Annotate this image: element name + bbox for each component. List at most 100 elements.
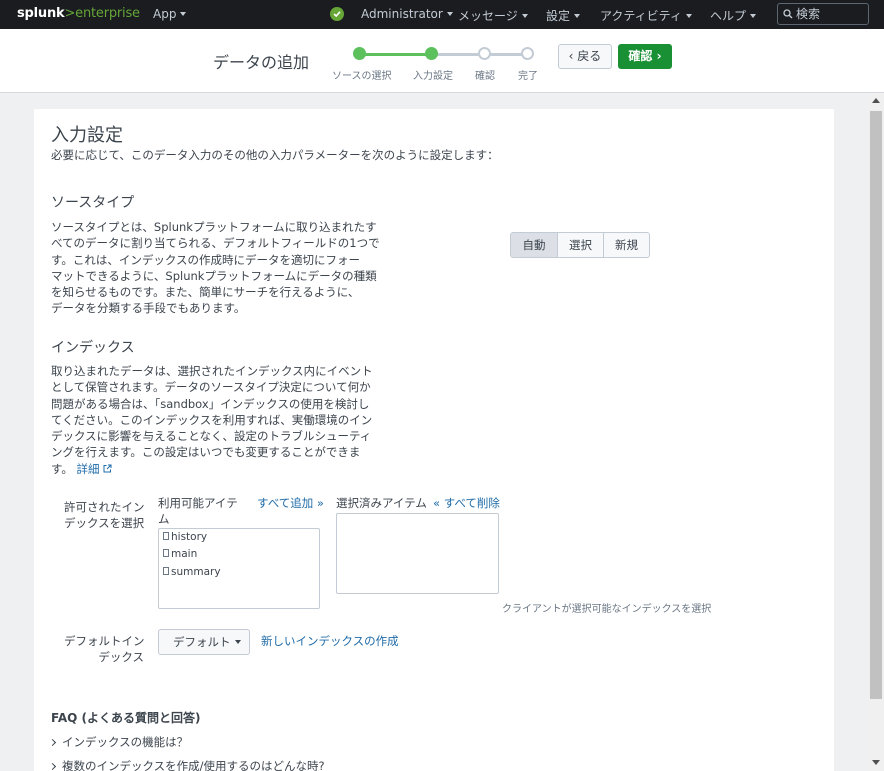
learn-more-label: 詳細 bbox=[76, 461, 100, 476]
default-index-value: デフォルト bbox=[173, 635, 231, 649]
chevron-left-icon: ‹ bbox=[568, 49, 578, 63]
back-button-label: 戻る bbox=[577, 49, 602, 63]
sourcetype-auto-button[interactable]: 自動 bbox=[511, 233, 557, 257]
sourcetype-new-button[interactable]: 新規 bbox=[603, 233, 649, 257]
settings-menu-label: 設定 bbox=[546, 9, 571, 23]
activity-menu-label: アクティビティ bbox=[600, 9, 682, 23]
scroll-down-arrow-icon[interactable] bbox=[872, 760, 880, 765]
text-line: す。これは、インデックスの作成時にデータを適切にフォー bbox=[51, 252, 361, 267]
selected-items-list[interactable] bbox=[336, 513, 499, 594]
list-item[interactable]: summary bbox=[163, 566, 221, 578]
search-placeholder: 検索 bbox=[796, 7, 821, 21]
label-line: デフォルトイン bbox=[64, 634, 145, 648]
progress-line-done bbox=[360, 53, 432, 56]
section-description: 必要に応じて、このデータ入力のその他の入力パラメーターを次のように設定します： bbox=[51, 148, 499, 162]
database-icon bbox=[163, 532, 169, 540]
chevron-down-icon bbox=[446, 11, 453, 16]
text-line: デックスに影響を与えることなく、設定のトラブルシューティ bbox=[51, 429, 372, 444]
text-line: を知らせるものです。また、簡単にサーチを行えるように、 bbox=[51, 285, 360, 300]
review-button-label: 確認 bbox=[628, 49, 653, 63]
label-line: 利用可能アイテ bbox=[158, 496, 238, 510]
step-dot-done bbox=[521, 47, 534, 60]
scroll-up-arrow-icon[interactable] bbox=[872, 98, 880, 103]
logo-product: enterprise bbox=[75, 6, 140, 21]
page-scrollbar[interactable] bbox=[868, 93, 884, 771]
text-line: す。 bbox=[51, 461, 73, 476]
input-settings-panel: 入力設定 必要に応じて、このデータ入力のその他の入力パラメーターを次のように設定… bbox=[34, 109, 834, 771]
index-heading: インデックス bbox=[51, 340, 135, 356]
list-item-label: history bbox=[171, 531, 208, 543]
messages-menu-label: メッセージ bbox=[458, 9, 518, 23]
chevron-down-icon bbox=[574, 13, 581, 18]
health-status-icon[interactable] bbox=[330, 7, 344, 21]
list-item-label: main bbox=[171, 548, 198, 560]
step-dot-source bbox=[353, 47, 366, 60]
section-title: 入力設定 bbox=[51, 125, 123, 146]
label-line: デックス bbox=[98, 650, 144, 665]
step-label-source: ソースの選択 bbox=[332, 71, 392, 82]
help-menu-label: ヘルプ bbox=[710, 9, 747, 23]
sourcetype-select-button[interactable]: 選択 bbox=[557, 233, 603, 257]
faq-item-label: 複数のインデックスを作成/使用するのはどんな時? bbox=[62, 759, 325, 771]
user-menu-label: Administrator bbox=[361, 7, 443, 21]
chevron-right-icon: › bbox=[652, 49, 662, 63]
splunk-logo[interactable]: splunk>enterprise bbox=[17, 6, 140, 21]
page-title: データの追加 bbox=[213, 53, 310, 72]
text-line: 問題がある場合は、「sandbox」インデックスの使用を検討し bbox=[51, 396, 370, 411]
scrollbar-thumb[interactable] bbox=[870, 111, 882, 699]
sourcetype-heading: ソースタイプ bbox=[51, 195, 135, 211]
help-menu[interactable]: ヘルプ bbox=[710, 7, 757, 24]
step-label-review: 確認 bbox=[475, 71, 495, 82]
text-line: データを分類する手段でもあります。 bbox=[51, 301, 246, 316]
messages-menu[interactable]: メッセージ bbox=[458, 7, 528, 24]
faq-heading: FAQ (よくある質問と回答) bbox=[51, 711, 201, 725]
top-nav-bar: splunk>enterprise App Administrator メッセー… bbox=[0, 0, 884, 29]
create-index-link[interactable]: 新しいインデックスの作成 bbox=[261, 633, 399, 649]
database-icon bbox=[163, 567, 169, 575]
logo-brand: splunk bbox=[17, 6, 65, 21]
logo-separator: > bbox=[64, 6, 76, 21]
search-icon bbox=[783, 9, 793, 19]
available-items-list[interactable]: history main summary bbox=[158, 528, 320, 609]
text-line: 取り込まれたデータは、選択されたインデックス内にイベント bbox=[51, 364, 373, 378]
remove-all-link[interactable]: « すべて削除 bbox=[433, 495, 500, 511]
label-line: 許可されたイン bbox=[64, 500, 145, 514]
sourcetype-toggle: 自動 選択 新規 bbox=[510, 232, 650, 258]
list-item-label: summary bbox=[171, 566, 221, 578]
sourcetype-description: ソースタイプとは、Splunkプラットフォームに取り込まれたす べてのデータに割… bbox=[51, 219, 380, 317]
faq-item-index-function[interactable]: インデックスの機能は？ bbox=[48, 734, 189, 750]
database-icon bbox=[163, 549, 169, 557]
add-all-link[interactable]: すべて追加 » bbox=[257, 495, 324, 511]
activity-menu[interactable]: アクティビティ bbox=[600, 7, 692, 24]
chevron-right-icon bbox=[48, 738, 57, 747]
search-input[interactable]: 検索 bbox=[777, 3, 869, 25]
text-line: ソースタイプとは、Splunkプラットフォームに取り込まれたす bbox=[51, 220, 377, 234]
review-button[interactable]: 確認 › bbox=[618, 44, 672, 69]
faq-item-multiple-indexes[interactable]: 複数のインデックスを作成/使用するのはどんな時? bbox=[48, 758, 325, 771]
app-menu-label: App bbox=[153, 7, 177, 21]
list-item[interactable]: main bbox=[163, 548, 197, 560]
text-line: べてのデータに割り当てられる、デフォルトフィールドの1つで bbox=[51, 236, 380, 251]
default-index-dropdown[interactable]: デフォルト bbox=[158, 629, 250, 655]
text-line: てください。このインデックスを利用すれば、実働環境のイン bbox=[51, 412, 373, 427]
learn-more-link[interactable]: 詳細 bbox=[77, 462, 113, 476]
selected-items-label: 選択済みアイテム bbox=[336, 496, 427, 510]
default-index-label: デフォルトイン デックス bbox=[64, 633, 145, 666]
chevron-down-icon bbox=[180, 11, 187, 16]
chevron-down-icon bbox=[521, 13, 528, 18]
list-item[interactable]: history bbox=[163, 531, 207, 543]
step-dot-review bbox=[478, 47, 491, 60]
label-line: ム bbox=[158, 512, 170, 527]
back-button[interactable]: ‹ 戻る bbox=[558, 44, 612, 69]
settings-menu[interactable]: 設定 bbox=[546, 7, 581, 24]
user-menu[interactable]: Administrator bbox=[361, 7, 453, 21]
chevron-down-icon bbox=[685, 13, 692, 18]
faq-item-label: インデックスの機能は？ bbox=[62, 735, 189, 749]
chevron-right-icon bbox=[48, 762, 57, 771]
step-label-done: 完了 bbox=[518, 71, 538, 82]
app-menu[interactable]: App bbox=[153, 7, 187, 21]
wizard-header: データの追加 ソースの選択 入力設定 確認 完了 ‹ 戻る 確認 › bbox=[0, 29, 884, 93]
chevron-down-icon bbox=[750, 13, 757, 18]
external-link-icon bbox=[103, 464, 112, 473]
step-label-input-settings: 入力設定 bbox=[413, 71, 453, 82]
